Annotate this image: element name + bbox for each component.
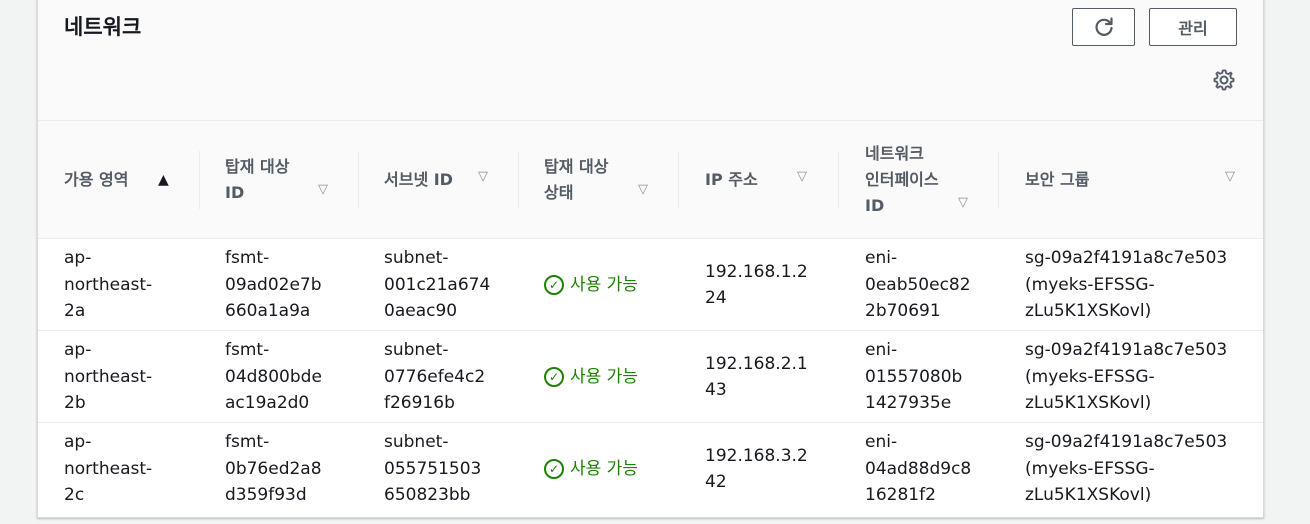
cell-subnet-id: subnet- 0776efe4c2 f26916b — [384, 340, 486, 414]
status-label: 사용 가능 — [570, 458, 638, 479]
cell-eni-id: eni- 01557080b 1427935e — [865, 340, 963, 414]
column-label: 보안 그룹 — [1025, 170, 1090, 189]
cell-mount-target-id: fsmt- 0b76ed2a8 d359f93d — [225, 432, 322, 506]
cell-status: ✓ 사용 가능 — [544, 331, 638, 423]
column-header-az[interactable]: 가용 영역 ▲ — [64, 121, 204, 239]
cell-subnet-id: subnet- 055751503 650823bb — [384, 432, 482, 506]
column-divider — [358, 151, 359, 209]
cell-ip-address: 192.168.2.1 43 — [705, 353, 808, 401]
status-indicator: ✓ 사용 가능 — [544, 272, 638, 299]
sort-icon: ▽ — [958, 195, 968, 210]
column-header-eni-id[interactable]: 네트워크 인터페이스 ID ▽ — [865, 121, 995, 239]
column-header-ip-address[interactable]: IP 주소 ▽ — [705, 121, 835, 239]
column-label: 탑재 대상 ID — [225, 157, 290, 202]
column-divider — [518, 151, 519, 209]
gear-icon[interactable] — [1212, 68, 1236, 92]
cell-eni-id: eni- 04ad88d9c8 16281f2 — [865, 432, 972, 506]
sort-icon: ▽ — [638, 182, 648, 197]
column-header-mount-target-id[interactable]: 탑재 대상 ID ▽ — [225, 121, 335, 239]
cell-ip-address: 192.168.1.2 24 — [705, 261, 808, 309]
sort-icon: ▽ — [478, 169, 488, 184]
panel-header: 네트워크 관리 — [38, 0, 1263, 121]
manage-button[interactable]: 관리 — [1149, 8, 1237, 46]
network-panel: 네트워크 관리 가용 영역 ▲ 탑재 대상 ID ▽ 서브넷 ID ▽ 탑재 대… — [37, 0, 1264, 518]
cell-status: ✓ 사용 가능 — [544, 239, 638, 331]
status-label: 사용 가능 — [570, 274, 638, 295]
cell-az: ap- northeast- 2b — [64, 340, 153, 414]
check-circle-icon: ✓ — [544, 459, 564, 479]
sort-ascending-icon: ▲ — [158, 172, 169, 188]
cell-subnet-id: subnet- 001c21a674 0aeac90 — [384, 248, 491, 322]
check-circle-icon: ✓ — [544, 367, 564, 387]
status-indicator: ✓ 사용 가능 — [544, 456, 638, 483]
refresh-icon — [1094, 17, 1113, 36]
column-divider — [838, 151, 839, 209]
column-label: 가용 영역 — [64, 170, 129, 189]
table-header: 가용 영역 ▲ 탑재 대상 ID ▽ 서브넷 ID ▽ 탑재 대상 상태 ▽ I… — [38, 121, 1263, 239]
table-row: ap- northeast- 2b fsmt- 04d800bde ac19a2… — [38, 331, 1263, 423]
cell-security-group: sg-09a2f4191a8c7e503 (myeks-EFSSG- zLu5K… — [1025, 432, 1228, 506]
column-label: IP 주소 — [705, 170, 758, 189]
check-circle-icon: ✓ — [544, 275, 564, 295]
cell-security-group: sg-09a2f4191a8c7e503 (myeks-EFSSG- zLu5K… — [1025, 340, 1228, 414]
column-label: 네트워크 인터페이스 ID — [865, 144, 939, 215]
status-indicator: ✓ 사용 가능 — [544, 364, 638, 391]
cell-mount-target-id: fsmt- 09ad02e7b 660a1a9a — [225, 248, 322, 322]
table-row: ap- northeast- 2c fsmt- 0b76ed2a8 d359f9… — [38, 423, 1263, 515]
sort-icon: ▽ — [318, 182, 328, 197]
cell-status: ✓ 사용 가능 — [544, 423, 638, 515]
column-divider — [998, 151, 999, 209]
status-label: 사용 가능 — [570, 366, 638, 387]
table-row: ap- northeast- 2a fsmt- 09ad02e7b 660a1a… — [38, 239, 1263, 331]
cell-eni-id: eni- 0eab50ec82 2b70691 — [865, 248, 971, 322]
column-header-mount-state[interactable]: 탑재 대상 상태 ▽ — [544, 121, 674, 239]
column-header-subnet-id[interactable]: 서브넷 ID ▽ — [384, 121, 514, 239]
panel-title: 네트워크 — [64, 15, 142, 39]
sort-icon: ▽ — [797, 169, 807, 184]
cell-security-group: sg-09a2f4191a8c7e503 (myeks-EFSSG- zLu5K… — [1025, 248, 1228, 322]
column-divider — [199, 151, 200, 209]
refresh-button[interactable] — [1072, 8, 1135, 46]
sort-icon: ▽ — [1225, 169, 1235, 184]
column-header-security-group[interactable]: 보안 그룹 ▽ — [1025, 121, 1245, 239]
cell-az: ap- northeast- 2a — [64, 248, 153, 322]
cell-az: ap- northeast- 2c — [64, 432, 153, 506]
column-label: 탑재 대상 상태 — [544, 157, 609, 202]
cell-mount-target-id: fsmt- 04d800bde ac19a2d0 — [225, 340, 322, 414]
column-divider — [678, 151, 679, 209]
cell-ip-address: 192.168.3.2 42 — [705, 445, 808, 493]
column-label: 서브넷 ID — [384, 170, 453, 189]
